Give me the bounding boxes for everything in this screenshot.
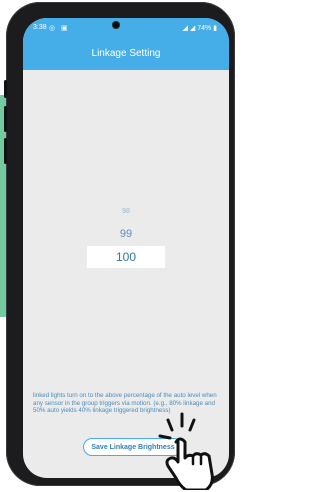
status-bar: 3:38 ◎ ▣ ◢ ◢ 74% ▮ <box>23 18 229 38</box>
page-title: Linkage Setting <box>91 48 161 59</box>
phone-side-button <box>4 80 7 98</box>
picker-selected-value[interactable]: 100 <box>87 246 165 268</box>
camera-icon <box>112 21 120 29</box>
app-header: 3:38 ◎ ▣ ◢ ◢ 74% ▮ Linkage Setting <box>23 18 229 70</box>
phone-volume-down <box>4 138 7 164</box>
status-time: 3:38 <box>33 24 47 31</box>
picker-option-99[interactable]: 99 <box>23 228 229 240</box>
phone-volume-up <box>4 106 7 132</box>
status-notification-icons: ◎ ▣ <box>49 25 70 32</box>
picker-option-98[interactable]: 98 <box>23 208 229 215</box>
hand-pointer-icon <box>158 412 214 490</box>
status-signal-battery: ◢ ◢ 74% ▮ <box>182 25 217 32</box>
app-screen: 3:38 ◎ ▣ ◢ ◢ 74% ▮ Linkage Setting 98 99… <box>23 18 229 478</box>
brightness-picker[interactable]: 98 99 100 <box>23 198 229 268</box>
